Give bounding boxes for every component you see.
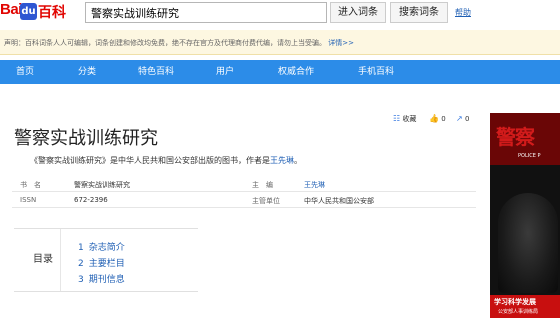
notice-text: 声明：百科词条人人可编辑，词条创建和修改均免费，绝不存在官方及代理商付费代编，请… [4, 38, 354, 48]
favorite-icon: ☷ [393, 114, 401, 123]
cover-figure [498, 193, 558, 293]
toc-heading-text: 目录 [33, 254, 53, 265]
favorite-button[interactable]: ☷ 收藏 [393, 114, 416, 126]
paw-icon: du [20, 3, 37, 20]
infobox-label: 书 名 [20, 181, 41, 189]
thumbs-up-icon: 👍 [429, 114, 439, 123]
toc-item-number: 2 [78, 259, 84, 269]
nav-item-users[interactable]: 用户 [216, 60, 234, 84]
toc-item-number: 1 [78, 243, 84, 253]
baidu-baike-logo[interactable]: Bai du 百科 [0, 1, 80, 23]
logo-baike-text: 百科 [38, 5, 66, 21]
search-entry-button[interactable]: 搜索词条 [390, 2, 448, 23]
notice-more-link[interactable]: 详情>> [328, 39, 354, 47]
like-button[interactable]: 👍 0 [429, 114, 446, 126]
description-suffix: 。 [294, 156, 302, 165]
share-count: 0 [464, 115, 470, 123]
infobox-value: 中华人民共和国公安部 [304, 197, 374, 205]
notice-bar: 声明：百科词条人人可编辑，词条创建和修改均免费，绝不存在官方及代理商付费代编，请… [0, 30, 560, 55]
nav-item-category[interactable]: 分类 [78, 60, 96, 84]
infobox-label: 主 编 [252, 181, 273, 189]
share-button[interactable]: ↗ 0 [456, 114, 469, 126]
cover-strip-subline: 公安部人事训练局 [498, 309, 539, 315]
search-input-value: 警察实战训练研究 [91, 7, 179, 20]
magazine-cover-image[interactable]: 警察 POLICE P 学习科学发展 公安部人事训练局 [490, 113, 560, 318]
author-link[interactable]: 王先琳 [270, 156, 294, 165]
enter-entry-button[interactable]: 进入词条 [330, 2, 386, 23]
infobox-value: 警察实战训练研究 [74, 181, 130, 189]
toc-heading: 目录 [14, 229, 61, 291]
nav-item-cooperation[interactable]: 权威合作 [278, 60, 314, 84]
top-bar: Bai du 百科 警察实战训练研究 进入词条 搜索词条 帮助 [0, 0, 560, 27]
table-of-contents: 目录 1 杂志简介 2 主要栏目 3 期刊信息 [14, 228, 198, 292]
cover-masthead: 警察 [496, 125, 535, 149]
infobox-value: 672-2396 [74, 196, 108, 204]
cover-bottom-strip: 学习科学发展 公安部人事训练局 [490, 295, 560, 318]
favorite-label: 收藏 [402, 115, 417, 123]
toc-item-label: 杂志简介 [88, 243, 125, 253]
toc-item-label: 主要栏目 [88, 259, 125, 269]
cover-subtitle: POLICE P [518, 153, 541, 159]
toc-item-label: 期刊信息 [88, 275, 125, 285]
infobox-label: 主管单位 [252, 197, 280, 205]
infobox-label: ISSN [20, 196, 37, 204]
search-input[interactable]: 警察实战训练研究 [85, 2, 327, 23]
entry-description: 《警察实战训练研究》是中华人民共和国公安部出版的图书，作者是王先琳。 [30, 155, 302, 166]
infobox-value-link[interactable]: 王先琳 [304, 180, 325, 190]
share-icon: ↗ [456, 114, 463, 123]
toc-item[interactable]: 1 杂志简介 [78, 240, 125, 253]
toc-item-number: 3 [78, 275, 84, 285]
toc-item[interactable]: 3 期刊信息 [78, 272, 125, 285]
cover-strip-headline: 学习科学发展 [494, 298, 536, 306]
like-count: 0 [441, 115, 446, 123]
help-link[interactable]: 帮助 [455, 7, 471, 18]
nav-item-home[interactable]: 首页 [16, 60, 34, 84]
nav-item-mobile[interactable]: 手机百科 [358, 60, 394, 84]
nav-item-featured[interactable]: 特色百科 [138, 60, 174, 84]
notice-message: 声明：百科词条人人可编辑，词条创建和修改均免费，绝不存在官方及代理商付费代编，请… [4, 39, 326, 47]
page-title: 警察实战训练研究 [14, 128, 158, 149]
infobox-row: ISSN 672-2396 主管单位 中华人民共和国公安部 [12, 193, 476, 208]
infobox-row: 书 名 警察实战训练研究 主 编 王先琳 [12, 177, 476, 192]
main-nav: 首页 分类 特色百科 用户 权威合作 手机百科 [0, 60, 560, 84]
description-prefix: 《警察实战训练研究》是中华人民共和国公安部出版的图书，作者是 [30, 156, 270, 165]
toc-item[interactable]: 2 主要栏目 [78, 256, 125, 269]
logo-bai-text: Bai [0, 1, 22, 18]
